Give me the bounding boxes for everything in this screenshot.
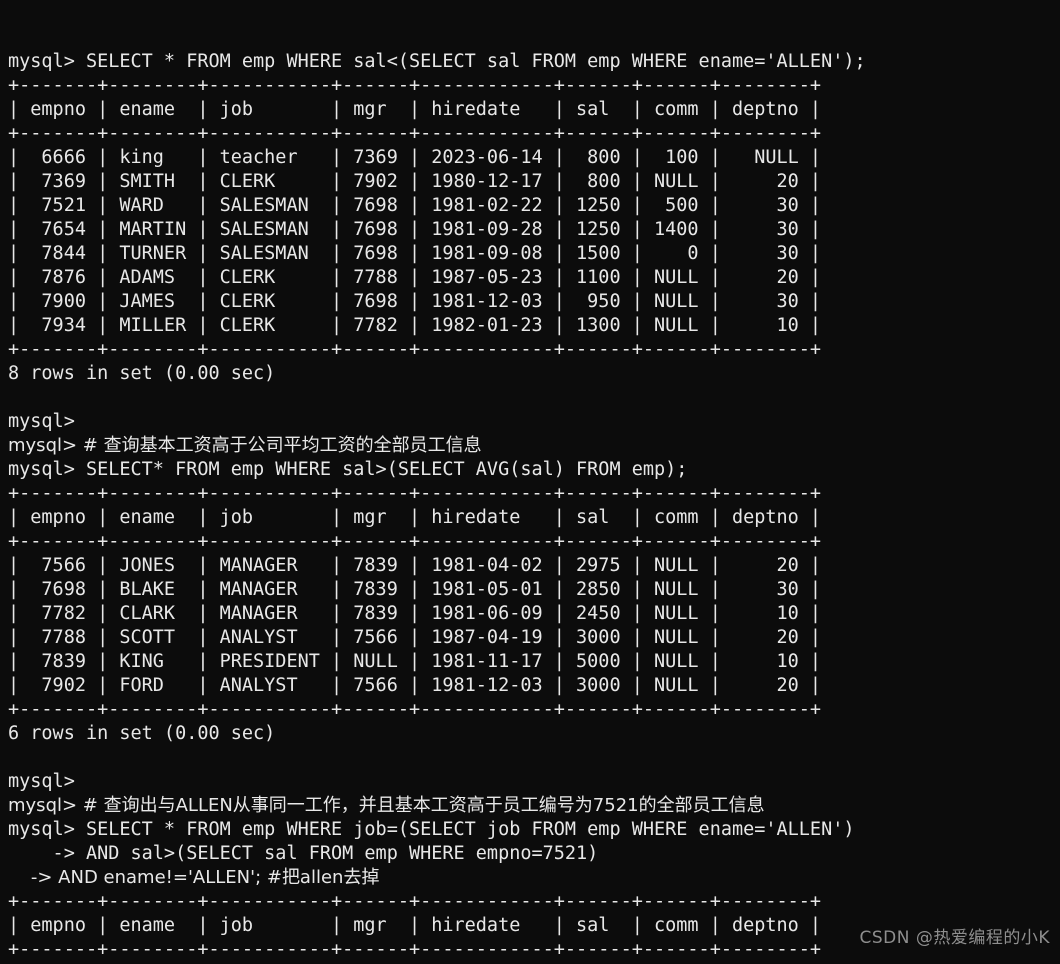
terminal-window[interactable]: mysql> SELECT * FROM emp WHERE sal<(SELE…	[0, 0, 1060, 964]
terminal-line: | 7566 | JONES | MANAGER | 7839 | 1981-0…	[8, 555, 822, 576]
terminal-line: | 7839 | KING | PRESIDENT | NULL | 1981-…	[8, 651, 822, 672]
terminal-line: +-------+--------+-----------+------+---…	[8, 123, 822, 144]
terminal-line: mysql> SELECT* FROM emp WHERE sal>(SELEC…	[8, 459, 688, 480]
terminal-line: | 7698 | BLAKE | MANAGER | 7839 | 1981-0…	[8, 579, 822, 600]
terminal-line: mysql> # 查询基本工资高于公司平均工资的全部员工信息	[8, 435, 482, 456]
terminal-line: | 7654 | MARTIN | SALESMAN | 7698 | 1981…	[8, 219, 822, 240]
terminal-line: mysql>	[8, 771, 75, 792]
terminal-output: mysql> SELECT * FROM emp WHERE sal<(SELE…	[8, 50, 1060, 964]
terminal-line: | empno | ename | job | mgr | hiredate |…	[8, 99, 822, 120]
terminal-line: | 7788 | SCOTT | ANALYST | 7566 | 1987-0…	[8, 627, 822, 648]
terminal-line: +-------+--------+-----------+------+---…	[8, 339, 822, 360]
terminal-line: -> AND sal>(SELECT sal FROM emp WHERE em…	[8, 843, 599, 864]
terminal-line: 8 rows in set (0.00 sec)	[8, 363, 276, 384]
terminal-line: +-------+--------+-----------+------+---…	[8, 891, 822, 912]
terminal-line: +-------+--------+-----------+------+---…	[8, 939, 822, 960]
terminal-line: mysql>	[8, 411, 75, 432]
terminal-line: +-------+--------+-----------+------+---…	[8, 75, 822, 96]
terminal-line: mysql> SELECT * FROM emp WHERE sal<(SELE…	[8, 51, 866, 72]
terminal-line: -> AND ename!='ALLEN'; #把allen去掉	[8, 867, 380, 888]
terminal-line: +-------+--------+-----------+------+---…	[8, 483, 822, 504]
terminal-line: | 7782 | CLARK | MANAGER | 7839 | 1981-0…	[8, 603, 822, 624]
terminal-line: | 7369 | SMITH | CLERK | 7902 | 1980-12-…	[8, 171, 822, 192]
terminal-line: mysql> SELECT * FROM emp WHERE job=(SELE…	[8, 819, 855, 840]
terminal-line: | empno | ename | job | mgr | hiredate |…	[8, 915, 822, 936]
terminal-line: +-------+--------+-----------+------+---…	[8, 531, 822, 552]
terminal-line: | 7876 | ADAMS | CLERK | 7788 | 1987-05-…	[8, 267, 822, 288]
terminal-line: | 7900 | JAMES | CLERK | 7698 | 1981-12-…	[8, 291, 822, 312]
terminal-line: +-------+--------+-----------+------+---…	[8, 699, 822, 720]
terminal-line: | 6666 | king | teacher | 7369 | 2023-06…	[8, 147, 822, 168]
terminal-line: | empno | ename | job | mgr | hiredate |…	[8, 507, 822, 528]
terminal-line: | 7844 | TURNER | SALESMAN | 7698 | 1981…	[8, 243, 822, 264]
terminal-line: 6 rows in set (0.00 sec)	[8, 723, 276, 744]
terminal-line: | 7934 | MILLER | CLERK | 7782 | 1982-01…	[8, 315, 822, 336]
terminal-line: | 7521 | WARD | SALESMAN | 7698 | 1981-0…	[8, 195, 822, 216]
terminal-line: mysql> # 查询出与ALLEN从事同一工作，并且基本工资高于员工编号为75…	[8, 795, 765, 816]
terminal-line: | 7902 | FORD | ANALYST | 7566 | 1981-12…	[8, 675, 822, 696]
